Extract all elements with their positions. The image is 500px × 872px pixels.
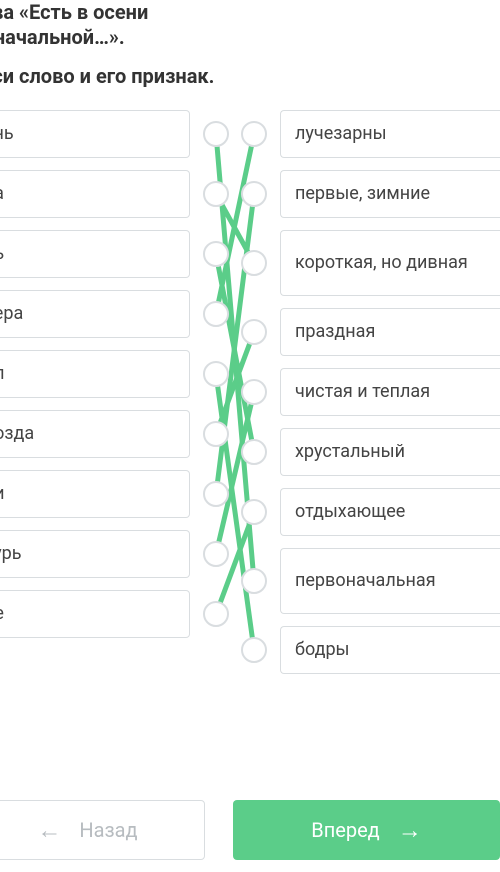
- connector-dot-right[interactable]: [241, 319, 267, 345]
- left-item[interactable]: ле: [0, 590, 190, 638]
- left-item[interactable]: зурь: [0, 530, 190, 578]
- right-item-label: бодры: [295, 639, 350, 661]
- right-item[interactable]: первоначальная: [280, 548, 500, 614]
- right-column: лучезарны первые, зимние короткая, но дивн…: [280, 110, 500, 686]
- right-item[interactable]: отдыхающее: [280, 488, 500, 536]
- right-item-label: хрустальный: [295, 441, 405, 463]
- connector-dot-left[interactable]: [203, 481, 229, 507]
- left-item-label: ень: [0, 123, 14, 145]
- back-button[interactable]: ← Назад: [0, 800, 205, 860]
- task-header: тчева «Есть в осени рвоначальной…». тнес…: [0, 0, 500, 110]
- right-item-label: короткая, но дивная: [295, 252, 468, 274]
- connector-dot-left[interactable]: [203, 541, 229, 567]
- title-line-1: тчева «Есть в осени: [0, 0, 148, 24]
- right-item[interactable]: бодры: [280, 626, 500, 674]
- connector-dot-left[interactable]: [203, 241, 229, 267]
- right-item[interactable]: хрустальный: [280, 428, 500, 476]
- back-button-label: Назад: [79, 818, 137, 842]
- right-item-label: первоначальная: [295, 570, 436, 592]
- connector-dot-right[interactable]: [241, 439, 267, 465]
- right-item[interactable]: короткая, но дивная: [280, 230, 500, 296]
- connector-dot-right[interactable]: [241, 121, 267, 147]
- connector-dot-right[interactable]: [241, 181, 267, 207]
- connector-dot-left[interactable]: [203, 421, 229, 447]
- left-item-label: нь: [0, 243, 4, 265]
- connector-dot-right[interactable]: [241, 499, 267, 525]
- right-item-label: первые, зимние: [295, 183, 430, 205]
- left-item[interactable]: ри: [0, 470, 190, 518]
- right-item-label: лучезарны: [295, 123, 387, 145]
- left-item-label: розда: [0, 423, 34, 445]
- arrow-right-icon: →: [398, 818, 422, 842]
- matching-area: ень ра нь чера рп розда ри зурь ле лучезарны перв…: [0, 110, 500, 730]
- connector-dot-right[interactable]: [241, 379, 267, 405]
- connector-dot-right[interactable]: [241, 250, 267, 276]
- connector-dot-left[interactable]: [203, 301, 229, 327]
- left-item-label: чера: [0, 303, 23, 325]
- arrow-left-icon: ←: [37, 818, 61, 842]
- right-item[interactable]: чистая и теплая: [280, 368, 500, 416]
- right-item-label: праздная: [295, 321, 375, 343]
- left-item-label: ри: [0, 483, 5, 505]
- forward-button-label: Вперед: [311, 818, 380, 842]
- connector-dot-left[interactable]: [203, 181, 229, 207]
- left-item[interactable]: ень: [0, 110, 190, 158]
- left-item-label: зурь: [0, 543, 22, 565]
- forward-button[interactable]: Вперед →: [233, 800, 500, 860]
- task-title: тчева «Есть в осени рвоначальной…».: [0, 0, 500, 50]
- connector-dot-left[interactable]: [203, 361, 229, 387]
- task-subtitle: тнеси слово и его признак.: [0, 64, 500, 88]
- right-item-label: чистая и теплая: [295, 381, 430, 403]
- connector-dot-right[interactable]: [241, 568, 267, 594]
- right-item[interactable]: праздная: [280, 308, 500, 356]
- left-item[interactable]: чера: [0, 290, 190, 338]
- connector-dot-left[interactable]: [203, 601, 229, 627]
- left-item[interactable]: ра: [0, 170, 190, 218]
- connector-dot-right[interactable]: [241, 637, 267, 663]
- connector-dot-left[interactable]: [203, 121, 229, 147]
- left-item[interactable]: рп: [0, 350, 190, 398]
- title-line-2: рвоначальной…».: [0, 25, 125, 49]
- left-item-label: рп: [0, 363, 5, 385]
- footer-nav: ← Назад Вперед →: [0, 800, 500, 872]
- left-item[interactable]: нь: [0, 230, 190, 278]
- left-column: ень ра нь чера рп розда ри зурь ле: [0, 110, 190, 650]
- right-item[interactable]: лучезарны: [280, 110, 500, 158]
- left-item[interactable]: розда: [0, 410, 190, 458]
- right-item-label: отдыхающее: [295, 501, 405, 523]
- right-item[interactable]: первые, зимние: [280, 170, 500, 218]
- left-item-label: ра: [0, 183, 4, 205]
- left-item-label: ле: [0, 603, 4, 625]
